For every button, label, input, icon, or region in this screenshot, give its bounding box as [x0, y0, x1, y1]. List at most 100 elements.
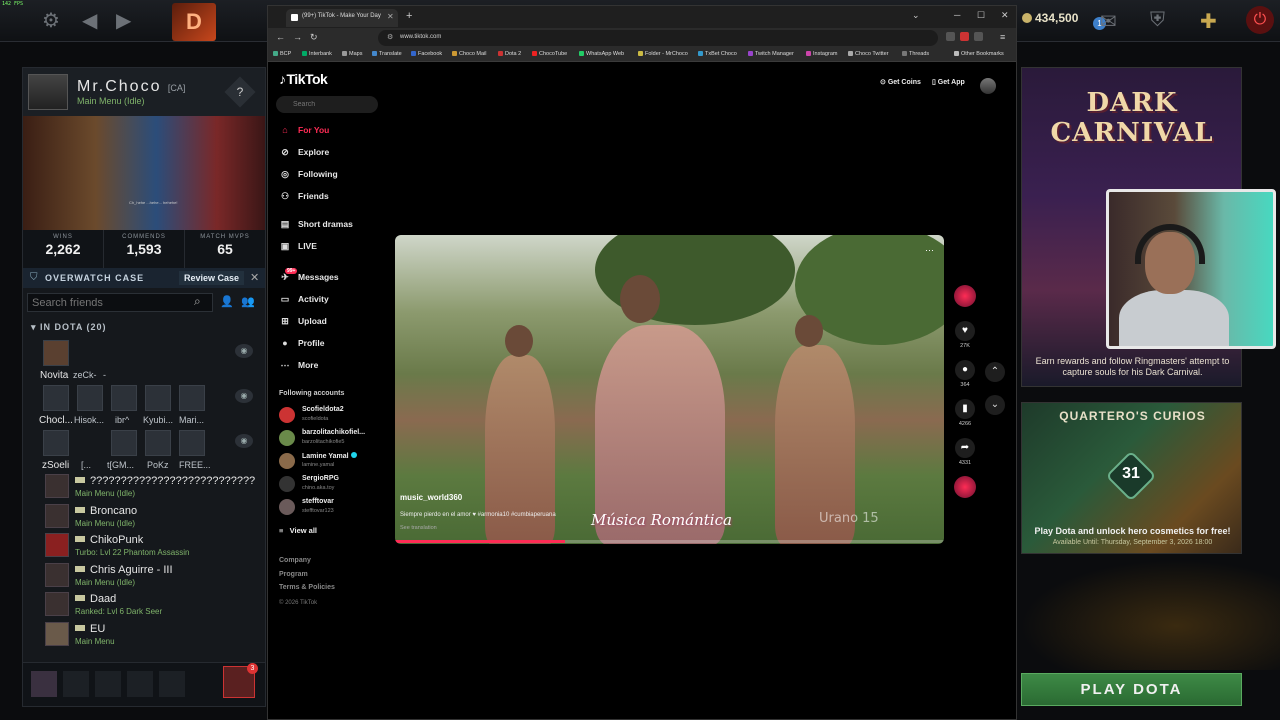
close-tab-icon[interactable]: ✕ [387, 12, 394, 21]
extension-icon[interactable] [946, 32, 955, 41]
party-chat-button[interactable]: 3 [223, 663, 258, 698]
hero-showcase[interactable]: Ch_hehe ...hehe... hehehe! [23, 116, 265, 230]
power-icon[interactable]: ⏻ [1246, 6, 1274, 34]
list-item[interactable]: Daad Ranked: Lvl 6 Dark Seer [23, 589, 265, 619]
video-player[interactable]: ⋯ music_world360 Siempre pierdo en el am… [395, 235, 944, 544]
friend-tile[interactable] [145, 430, 171, 456]
video-progress-bar[interactable] [395, 540, 944, 543]
close-window-icon[interactable]: ✕ [1001, 10, 1009, 21]
bookmark-folder[interactable]: Other Bookmarks [954, 51, 1004, 57]
bookmark-item[interactable]: Threads [902, 51, 929, 57]
tab-list-icon[interactable]: ⌄ [912, 10, 920, 21]
list-item[interactable]: Chris Aguirre - III Main Menu (Idle) [23, 560, 265, 590]
share-button[interactable]: ➦ 4331 [954, 438, 976, 466]
nav-explore[interactable]: ⊘ Explore [279, 147, 329, 158]
armory-icon[interactable]: ⛨ [1150, 9, 1165, 32]
forward-arrow-icon[interactable]: ▶ [116, 8, 131, 33]
nav-short-dramas[interactable]: ▤ Short dramas [279, 219, 353, 230]
nav-for-you[interactable]: ⌂ For You [279, 125, 329, 135]
see-translation-link[interactable]: See translation [400, 525, 437, 531]
friend-search-input[interactable] [27, 293, 213, 312]
nav-upload[interactable]: ⊞ Upload [279, 316, 327, 327]
nav-friends[interactable]: ⚇ Friends [279, 191, 329, 202]
nav-more[interactable]: ⋯ More [279, 360, 319, 371]
bookmark-item[interactable]: Instagram [806, 51, 837, 57]
list-item[interactable]: ChikoPunk Turbo: Lvl 22 Phantom Assassin [23, 530, 265, 560]
list-item[interactable]: ??????????????????????????? Main Menu (Id… [23, 471, 265, 501]
play-dota-button[interactable]: PLAY DOTA [1021, 673, 1242, 706]
bookmark-item[interactable]: ChocoTube [532, 51, 567, 57]
tiktok-logo[interactable]: ♪TikTok [279, 71, 328, 87]
list-item[interactable]: Broncano Main Menu (Idle) [23, 501, 265, 531]
nav-messages[interactable]: ✈ 99+ Messages [279, 268, 339, 283]
profile-name[interactable]: Mr.Choco [CA] [77, 78, 185, 96]
url-bar[interactable]: ⚙ www.tiktok.com [378, 30, 938, 46]
bookmark-item[interactable]: Dota 2 [498, 51, 521, 57]
minimize-icon[interactable]: ─ [954, 10, 960, 20]
mail-icon[interactable]: ✉ [1100, 9, 1117, 34]
bookmark-item[interactable]: Facebook [411, 51, 442, 57]
site-info-icon[interactable]: ⚙ [387, 33, 393, 41]
avatar[interactable] [980, 78, 996, 94]
footer-company[interactable]: Company [279, 557, 311, 564]
creator-avatar[interactable] [954, 285, 976, 307]
reload-icon[interactable]: ↻ [310, 32, 318, 43]
menu-icon[interactable]: ≡ [1000, 32, 1005, 42]
bookmark-item[interactable]: TxBet Choco [698, 51, 737, 57]
bookmark-item[interactable]: Folder - MrChoco [638, 51, 688, 57]
party-slot[interactable] [159, 671, 185, 697]
extension-icon[interactable] [974, 32, 983, 41]
friend-tile[interactable] [179, 430, 205, 456]
view-all-link[interactable]: ≡ View all [279, 526, 317, 535]
forward-icon[interactable]: → [293, 32, 302, 42]
nav-live[interactable]: ▣ LIVE [279, 241, 317, 252]
bookmark-button[interactable]: ▮ 4266 [954, 399, 976, 427]
help-button[interactable]: ? [224, 76, 256, 108]
in-dota-header[interactable]: ▾ IN DOTA (20) [23, 316, 265, 336]
review-case-button[interactable]: Review Case [179, 271, 245, 285]
tab-tiktok[interactable]: (99+) TikTok - Make Your Day ✕ [286, 9, 398, 27]
bookmark-item[interactable]: Choco Twitter [848, 51, 889, 57]
friend-tile[interactable] [111, 430, 137, 456]
party-slot-self[interactable] [31, 671, 57, 697]
get-coins-button[interactable]: ⊙ Get Coins [880, 78, 921, 86]
eye-icon[interactable]: ◉ [235, 434, 253, 448]
party-slot[interactable] [95, 671, 121, 697]
maximize-icon[interactable]: ☐ [977, 10, 985, 21]
avatar[interactable] [28, 74, 68, 110]
friend-tile[interactable] [145, 385, 171, 411]
search-input[interactable] [276, 96, 378, 113]
previous-video-button[interactable]: ⌃ [985, 362, 1005, 382]
comment-button[interactable]: ● 364 [954, 360, 976, 388]
footer-terms[interactable]: Terms & Policies [279, 584, 335, 591]
nav-activity[interactable]: ▭ Activity [279, 294, 329, 305]
more-options-icon[interactable]: ⋯ [925, 245, 934, 256]
bookmark-item[interactable]: Interbank [302, 51, 332, 57]
bookmark-item[interactable]: Twitch Manager [748, 51, 794, 57]
plus-icon[interactable]: ✚ [1200, 9, 1217, 34]
dota-logo-icon[interactable]: D [172, 3, 216, 41]
friend-tile[interactable] [43, 385, 69, 411]
list-item[interactable]: EU Main Menu [23, 619, 265, 649]
add-friend-icon[interactable]: 👤 [220, 295, 234, 308]
bookmark-item[interactable]: Choco Mail [452, 51, 487, 57]
curios-card[interactable]: QUARTERO'S CURIOS 31 Play Dota and unloc… [1021, 402, 1242, 554]
party-slot[interactable] [127, 671, 153, 697]
friend-tile[interactable] [43, 340, 69, 366]
footer-program[interactable]: Program [279, 571, 308, 578]
back-arrow-icon[interactable]: ◀ [82, 8, 97, 33]
friends-settings-icon[interactable]: 👥 [241, 295, 255, 308]
extension-icon[interactable] [960, 32, 969, 41]
bookmark-item[interactable]: BCP [273, 51, 291, 57]
next-video-button[interactable]: ⌄ [985, 395, 1005, 415]
settings-gear-icon[interactable]: ⚙ [42, 8, 60, 33]
new-tab-icon[interactable]: + [406, 10, 412, 22]
friend-tile[interactable] [77, 385, 103, 411]
bookmark-item[interactable]: Maps [342, 51, 362, 57]
nav-profile[interactable]: ● Profile [279, 338, 324, 348]
friend-tile[interactable] [43, 430, 69, 456]
friend-tile[interactable] [179, 385, 205, 411]
eye-icon[interactable]: ◉ [235, 389, 253, 403]
back-icon[interactable]: ← [276, 32, 285, 42]
video-author[interactable]: music_world360 [400, 493, 462, 502]
